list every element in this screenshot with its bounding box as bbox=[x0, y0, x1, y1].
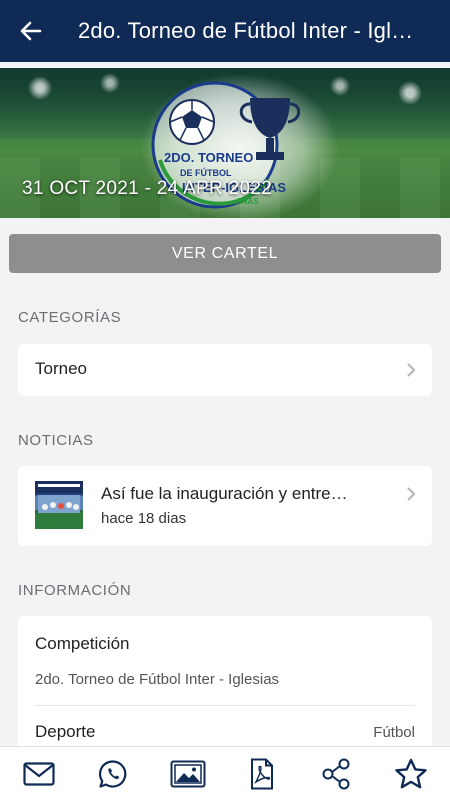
whatsapp-button[interactable] bbox=[83, 749, 143, 799]
app-header: 2do. Torneo de Fútbol Inter - Iglesias bbox=[0, 0, 450, 62]
news-thumbnail-image bbox=[35, 481, 83, 529]
news-thumbnail bbox=[35, 481, 83, 529]
mail-icon bbox=[23, 761, 55, 786]
divider bbox=[35, 705, 415, 706]
arrow-left-icon bbox=[20, 21, 42, 41]
category-item-torneo[interactable]: Torneo bbox=[18, 344, 432, 396]
share-icon bbox=[322, 758, 350, 789]
category-label: Torneo bbox=[35, 359, 87, 378]
gallery-button[interactable] bbox=[158, 749, 218, 799]
pdf-icon bbox=[251, 758, 274, 789]
news-title: Así fue la inauguración y entre… bbox=[101, 484, 348, 503]
pdf-button[interactable] bbox=[232, 749, 292, 799]
categorias-heading: CATEGORÍAS bbox=[18, 309, 122, 326]
gallery-icon bbox=[170, 760, 206, 787]
deporte-value: Fútbol bbox=[373, 724, 415, 741]
whatsapp-icon bbox=[99, 759, 127, 788]
event-dates: 31 OCT 2021 - 24 APR 2022 bbox=[22, 178, 273, 199]
back-button[interactable] bbox=[0, 0, 62, 62]
bottom-action-bar bbox=[0, 746, 450, 800]
chevron-right-icon bbox=[407, 363, 416, 377]
star-icon bbox=[395, 758, 427, 788]
noticias-heading: NOTICIAS bbox=[18, 432, 94, 449]
chevron-right-icon bbox=[407, 487, 416, 501]
deporte-label: Deporte bbox=[35, 722, 96, 741]
logo-line-2: DE FÚTBOL bbox=[180, 167, 232, 178]
competicion-value: 2do. Torneo de Fútbol Inter - Iglesias bbox=[35, 671, 280, 688]
competicion-label: Competición bbox=[35, 634, 130, 653]
event-banner: 2DO. TORNEO DE FÚTBOL INTER-IGLESIAS ANA… bbox=[0, 68, 450, 218]
news-timestamp: hace 18 dias bbox=[101, 510, 187, 527]
share-button[interactable] bbox=[306, 749, 366, 799]
ver-cartel-button[interactable]: VER CARTEL bbox=[9, 234, 441, 273]
logo-line-1: 2DO. TORNEO bbox=[164, 150, 253, 165]
info-card: Competición 2do. Torneo de Fútbol Inter … bbox=[18, 616, 432, 766]
news-item[interactable]: Así fue la inauguración y entre… hace 18… bbox=[18, 466, 432, 546]
email-button[interactable] bbox=[9, 749, 69, 799]
page-title: 2do. Torneo de Fútbol Inter - Iglesias bbox=[78, 18, 423, 43]
informacion-heading: INFORMACIÓN bbox=[18, 582, 132, 599]
favorite-button[interactable] bbox=[381, 749, 441, 799]
